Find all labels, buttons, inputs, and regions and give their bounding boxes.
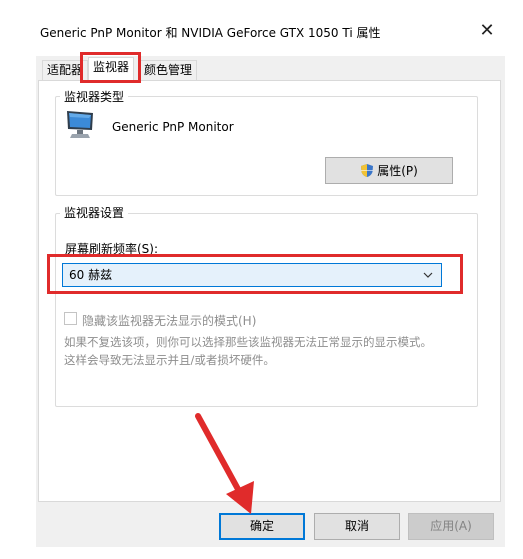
chevron-down-icon [423, 272, 433, 278]
cancel-button[interactable]: 取消 [314, 513, 400, 540]
tab-monitor[interactable]: 监视器 [88, 57, 135, 81]
apply-button[interactable]: 应用(A) [408, 513, 494, 540]
close-icon[interactable]: ✕ [474, 18, 500, 44]
monitor-settings-label: 监视器设置 [60, 206, 129, 220]
refresh-rate-label: 屏幕刷新频率(S): [65, 242, 159, 256]
properties-button[interactable]: 属性(P) [325, 157, 453, 184]
monitor-device-name: Generic PnP Monitor [112, 120, 234, 134]
refresh-rate-select[interactable]: 60 赫兹 [62, 263, 442, 287]
hide-modes-label: 隐藏该监视器无法显示的模式(H) [82, 314, 257, 328]
ok-button[interactable]: 确定 [219, 513, 305, 540]
properties-button-label: 属性(P) [377, 164, 418, 178]
help-text-line-2: 这样会导致无法显示并且/或者损坏硬件。 [64, 353, 275, 367]
monitor-icon [67, 111, 93, 138]
properties-dialog: Generic PnP Monitor 和 NVIDIA GeForce GTX… [0, 0, 523, 559]
hide-modes-checkbox[interactable] [64, 312, 77, 325]
help-text-line-1: 如果不复选该项，则你可以选择那些该监视器无法正常显示的显示模式。 [64, 335, 432, 349]
window-title: Generic PnP Monitor 和 NVIDIA GeForce GTX… [40, 26, 381, 40]
tab-adapter[interactable]: 适配器 [42, 60, 89, 80]
uac-shield-icon [361, 164, 374, 177]
monitor-type-label: 监视器类型 [60, 90, 129, 104]
refresh-rate-value: 60 赫兹 [69, 268, 113, 282]
title-bar: Generic PnP Monitor 和 NVIDIA GeForce GTX… [0, 0, 523, 56]
tab-color-management[interactable]: 颜色管理 [139, 60, 198, 80]
